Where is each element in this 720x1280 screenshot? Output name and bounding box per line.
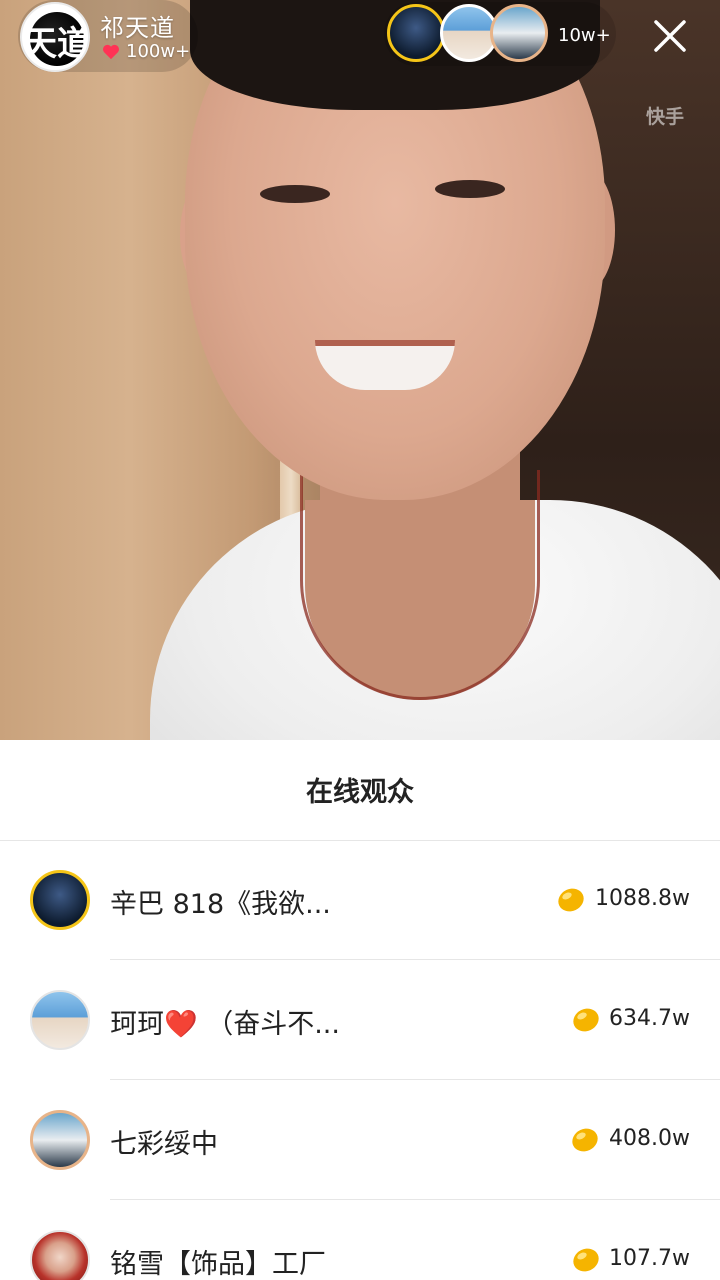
viewer-name: 铭雪【饰品】工厂: [110, 1249, 326, 1280]
top-viewer-avatar[interactable]: [490, 4, 548, 62]
list-item[interactable]: 珂珂❤️ （奋斗不... 634.7w: [0, 960, 720, 1080]
avatar[interactable]: [30, 1230, 90, 1280]
watermark: 快手: [646, 106, 685, 128]
avatar[interactable]: [30, 870, 90, 930]
list-item[interactable]: 七彩绥中 408.0w: [0, 1080, 720, 1200]
anchor-avatar-text: 天道: [23, 24, 90, 64]
viewer-amount: 634.7w: [609, 1006, 690, 1031]
viewer-amount: 107.7w: [609, 1246, 690, 1271]
coin-icon: [573, 1008, 599, 1032]
live-video[interactable]: [0, 0, 720, 740]
anchor-avatar[interactable]: 天道: [20, 2, 90, 72]
sheet-title: 在线观众: [306, 777, 414, 808]
audience-sheet: 在线观众 辛巴 818《我欲... 1088.8w 珂珂❤️ （奋斗不... 6…: [0, 740, 720, 1280]
list-item[interactable]: 辛巴 818《我欲... 1088.8w: [0, 840, 720, 960]
anchor-likes: 100w+: [126, 41, 191, 62]
avatar[interactable]: [30, 1110, 90, 1170]
viewer-name: 辛巴 818《我欲...: [110, 889, 331, 920]
list-item[interactable]: 铭雪【饰品】工厂 107.7w: [0, 1200, 720, 1280]
coin-icon: [558, 888, 584, 912]
viewer-amount: 1088.8w: [595, 886, 690, 911]
anchor-name[interactable]: 祁天道: [100, 8, 175, 43]
streamer-eye-right: [435, 180, 505, 198]
coin-icon: [572, 1128, 598, 1152]
heart-icon: [103, 44, 119, 60]
streamer-eye-left: [260, 185, 330, 203]
avatar[interactable]: [30, 990, 90, 1050]
top-viewer-avatar[interactable]: [387, 4, 445, 62]
viewer-count[interactable]: 10w+: [558, 25, 611, 46]
viewer-name: 七彩绥中: [110, 1129, 218, 1160]
streamer-necklace: [300, 470, 540, 700]
viewer-amount: 408.0w: [609, 1126, 690, 1151]
close-icon[interactable]: [650, 16, 690, 56]
viewer-name: 珂珂❤️ （奋斗不...: [110, 1009, 340, 1040]
coin-icon: [573, 1248, 599, 1272]
